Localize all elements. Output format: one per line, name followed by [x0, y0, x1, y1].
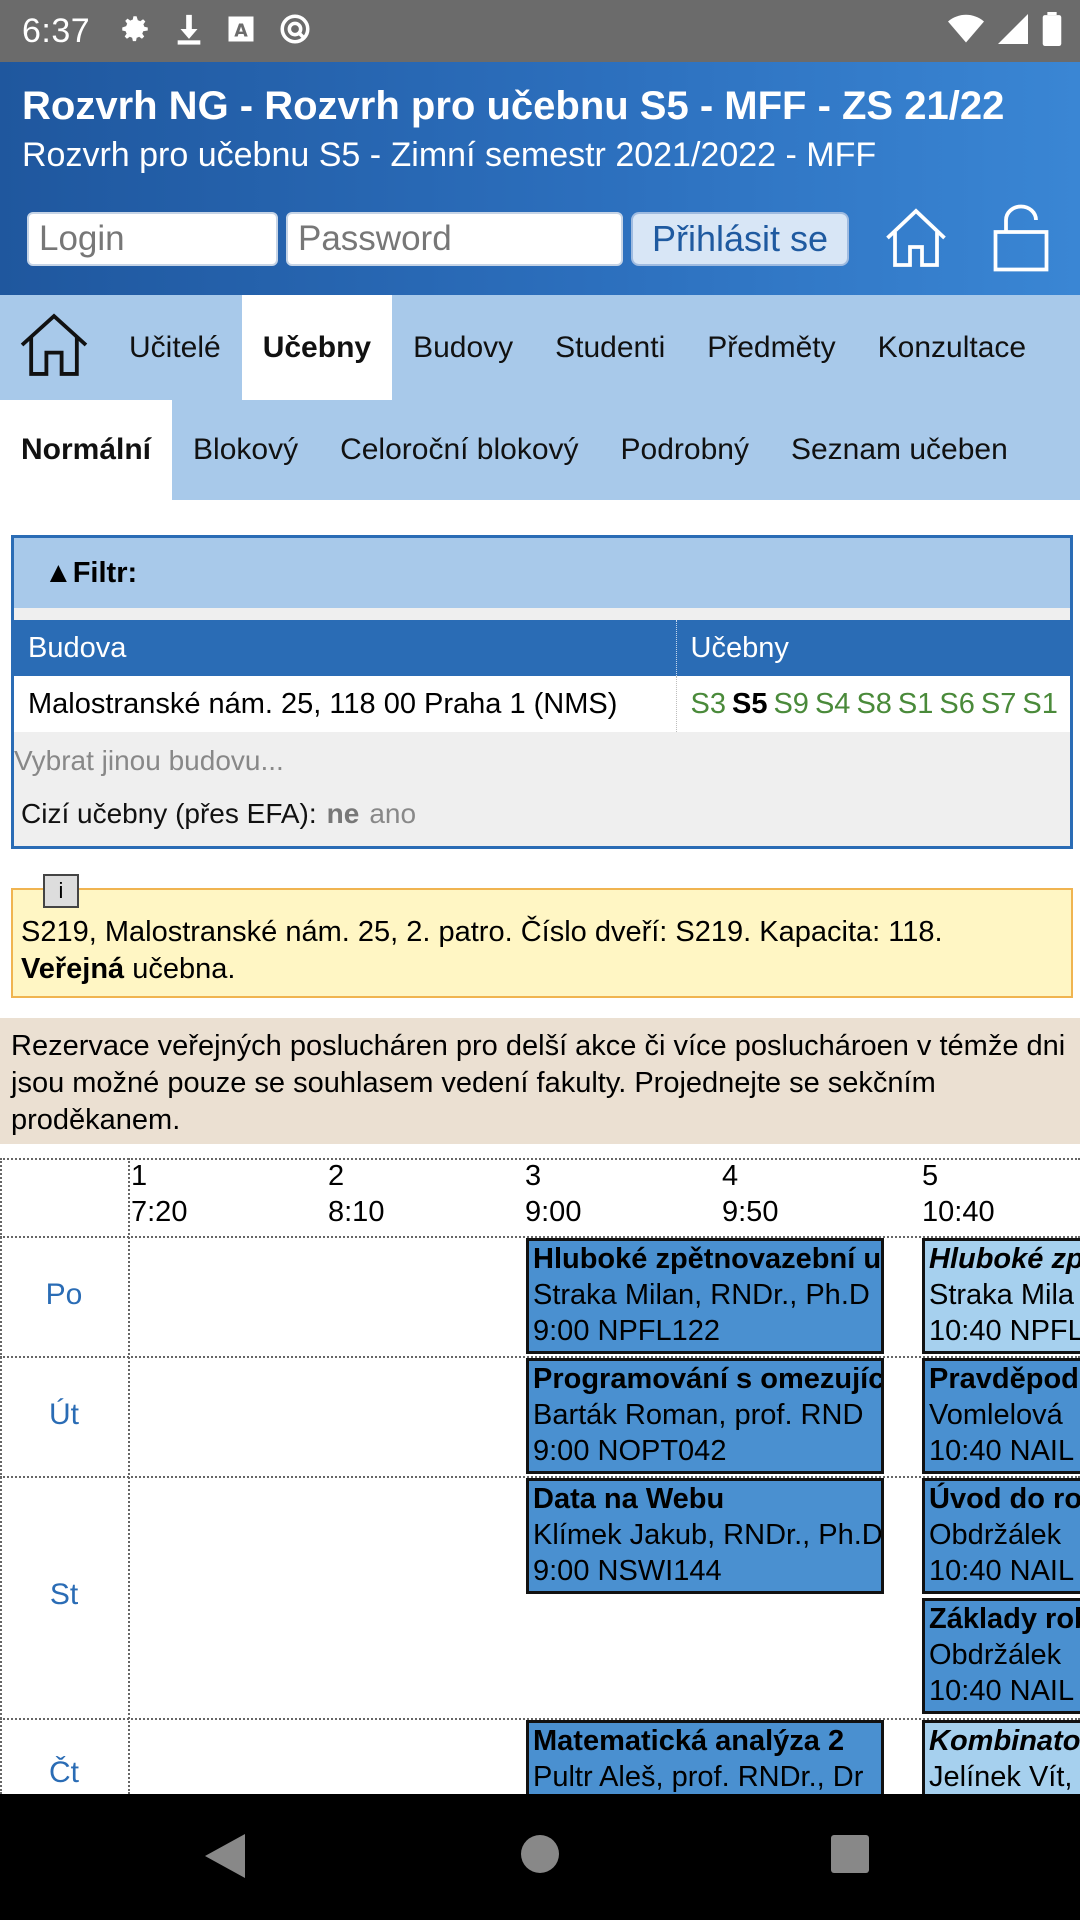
event-card[interactable]: Data na Webu Klímek Jakub, RNDr., Ph.D 9:0… — [526, 1478, 884, 1594]
foreign-option-ne[interactable]: ne — [327, 798, 360, 830]
battery-icon — [1042, 11, 1062, 51]
password-input[interactable] — [286, 212, 623, 266]
filter-col-rooms: Učebny — [675, 620, 1070, 676]
foreign-rooms-row: Cizí učebny (přes EFA): ne ano — [14, 790, 1070, 838]
tab-podrobny[interactable]: Podrobný — [600, 400, 770, 500]
slot-header-4: 4 9:50 — [722, 1160, 779, 1228]
back-icon[interactable] — [203, 1832, 247, 1885]
foreign-rooms-label: Cizí učebny (přes EFA): — [21, 798, 317, 829]
room-link-current: S5 — [731, 687, 768, 720]
svg-text:A: A — [234, 21, 248, 41]
page-subtitle: Rozvrh pro učebnu S5 - Zimní semestr 202… — [22, 136, 877, 174]
slot-header-3: 3 9:00 — [525, 1160, 582, 1228]
tab-blokovy[interactable]: Blokový — [172, 400, 319, 500]
day-st: St — [49, 1578, 79, 1611]
other-building-link[interactable]: Vybrat jinou budovu... — [14, 732, 1070, 790]
login-input[interactable] — [27, 212, 278, 266]
room-link[interactable]: S7 — [981, 688, 1016, 720]
room-info-text: S219, Malostranské nám. 25, 2. patro. Čí… — [21, 916, 943, 948]
room-info-suffix: učebna. — [124, 953, 236, 985]
event-card[interactable]: Matematická analýza 2 Pultr Aleš, prof. R… — [526, 1720, 884, 1794]
site-header: Rozvrh NG - Rozvrh pro učebnu S5 - MFF -… — [0, 62, 1080, 295]
font-app-icon: A — [226, 14, 256, 49]
day-ut: Út — [49, 1398, 79, 1431]
gear-icon — [118, 12, 152, 51]
home-icon[interactable] — [880, 202, 952, 279]
signal-icon — [998, 13, 1028, 49]
main-nav: Učitelé Učebny Budovy Studenti Předměty … — [0, 295, 1080, 400]
room-link[interactable]: S1 — [898, 688, 933, 720]
room-info-box: S219, Malostranské nám. 25, 2. patro. Čí… — [11, 888, 1073, 998]
info-toggle-button[interactable]: i — [43, 874, 79, 908]
room-link[interactable]: S9 — [773, 688, 808, 720]
lock-icon[interactable] — [990, 202, 1052, 279]
reservation-notice: Rezervace veřejných poslucháren pro delš… — [0, 1018, 1080, 1144]
nav-studenti[interactable]: Studenti — [534, 295, 686, 400]
room-link[interactable]: S3 — [691, 688, 726, 720]
nav-ucitele[interactable]: Učitelé — [108, 295, 242, 400]
filter-panel: ▲Filtr: Budova Učebny Malostranské nám. … — [11, 535, 1073, 849]
slot-header-2: 2 8:10 — [328, 1160, 385, 1228]
recents-icon[interactable] — [830, 1834, 870, 1879]
foreign-option-ano[interactable]: ano — [369, 798, 416, 830]
page-title: Rozvrh NG - Rozvrh pro učebnu S5 - MFF -… — [22, 84, 1005, 128]
slot-header-1: 1 7:20 — [131, 1160, 188, 1228]
nav-budovy[interactable]: Budovy — [392, 295, 534, 400]
event-card[interactable]: Úvod do ro Obdržálek 10:40 NAIL — [922, 1478, 1080, 1594]
filter-rooms: S3 S5 S9 S4 S8 S1 S6 S7 S1 — [675, 676, 1070, 732]
vpn-icon — [278, 12, 312, 51]
event-card[interactable]: Pravděpod Vomlelová 10:40 NAIL — [922, 1358, 1080, 1474]
event-card[interactable]: Programování s omezujíc Barták Roman, pro… — [526, 1358, 884, 1474]
room-link[interactable]: S8 — [856, 688, 891, 720]
nav-konzultace[interactable]: Konzultace — [857, 295, 1047, 400]
room-link[interactable]: S6 — [939, 688, 974, 720]
home-icon — [17, 310, 91, 385]
wifi-icon — [948, 14, 984, 49]
room-link[interactable]: S1 — [1022, 688, 1057, 720]
tab-celorocni-blokovy[interactable]: Celoroční blokový — [319, 400, 599, 500]
home-circle-icon[interactable] — [520, 1834, 560, 1879]
room-link[interactable]: S4 — [815, 688, 850, 720]
filter-table: Budova Učebny Malostranské nám. 25, 118 … — [14, 620, 1070, 732]
filter-building[interactable]: Malostranské nám. 25, 118 00 Praha 1 (NM… — [14, 676, 676, 732]
event-card[interactable]: Kombinator Jelínek Vít, — [922, 1720, 1080, 1794]
filter-col-building: Budova — [14, 620, 676, 676]
view-tabs: Normální Blokový Celoroční blokový Podro… — [0, 400, 1080, 500]
event-card[interactable]: Základy rob Obdržálek 10:40 NAIL — [922, 1598, 1080, 1714]
event-card[interactable]: Hluboké zp Straka Mila 10:40 NPFL — [922, 1238, 1080, 1354]
filter-toggle[interactable]: ▲Filtr: — [14, 538, 1070, 608]
status-bar: 6:37 A — [0, 0, 1080, 62]
login-button[interactable]: Přihlásit se — [631, 212, 849, 266]
nav-home-button[interactable] — [0, 295, 108, 400]
nav-predmety[interactable]: Předměty — [686, 295, 856, 400]
nav-ucebny[interactable]: Učebny — [241, 295, 393, 400]
room-public-label: Veřejná — [21, 953, 125, 985]
event-card[interactable]: Hluboké zpětnovazební u Straka Milan, RND… — [526, 1238, 884, 1354]
slot-header-5: 5 10:40 — [922, 1160, 995, 1228]
day-ct: Čt — [49, 1756, 79, 1789]
download-icon — [174, 12, 204, 51]
status-time: 6:37 — [22, 11, 91, 50]
day-po: Po — [45, 1278, 83, 1311]
schedule-grid: 1 7:20 2 8:10 3 9:00 4 9:50 5 10:40 Po Út St … — [0, 1158, 1080, 1794]
system-nav-bar — [0, 1794, 1080, 1920]
tab-normalni[interactable]: Normální — [0, 400, 173, 500]
tab-seznam-ucebn[interactable]: Seznam učeben — [770, 400, 1029, 500]
